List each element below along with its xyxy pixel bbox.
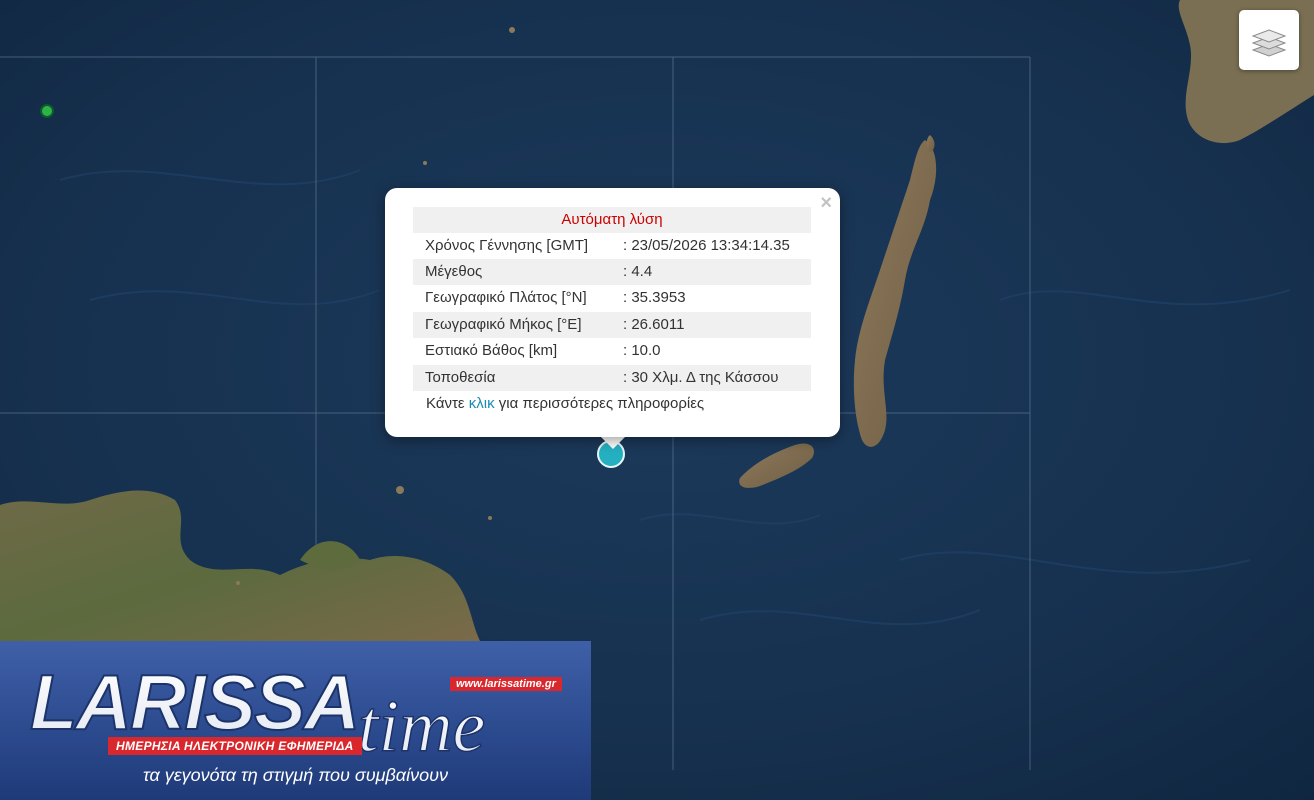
row-label: Γεωγραφικό Μήκος [°E] xyxy=(425,316,582,333)
row-value: : 4.4 xyxy=(623,263,653,280)
row-value: : 35.3953 xyxy=(623,289,686,306)
logo-time: time xyxy=(358,686,485,761)
row-longitude: Γεωγραφικό Μήκος [°E] : 26.6011 xyxy=(413,312,811,338)
more-suffix: για περισσότερες πληροφορίες xyxy=(494,395,705,412)
row-label: Εστιακό Βάθος [km] xyxy=(425,342,558,359)
row-value: : 10.0 xyxy=(623,342,661,359)
earthquake-marker-secondary[interactable] xyxy=(40,104,54,118)
row-value: : 30 Χλμ. Δ της Κάσσου xyxy=(623,369,779,386)
banner-tagline: ΗΜΕΡΗΣΙΑ ΗΛΕΚΤΡΟΝΙΚΗ ΕΦΗΜΕΡΙΔΑ xyxy=(108,737,362,755)
row-value: : 26.6011 xyxy=(623,316,685,333)
row-magnitude: Μέγεθος : 4.4 xyxy=(413,259,811,285)
row-label: Μέγεθος xyxy=(425,263,483,280)
banner-slogan: τα γεγονότα τη στιγμή που συμβαίνουν xyxy=(143,765,448,785)
row-location: Τοποθεσία : 30 Χλμ. Δ της Κάσσου xyxy=(413,365,811,391)
row-depth: Εστιακό Βάθος [km] : 10.0 xyxy=(413,338,811,364)
popup-tip xyxy=(600,436,626,449)
more-prefix: Κάντε xyxy=(426,395,469,412)
row-label: Χρόνος Γέννησης [GMT] xyxy=(425,237,589,254)
more-info-line: Κάντε κλικ για περισσότερες πληροφορίες xyxy=(426,391,704,417)
earthquake-popup: × Αυτόματη λύση Χρόνος Γέννησης [GMT] : … xyxy=(385,188,840,437)
larissatime-banner: LARISSA time www.larissatime.gr ΗΜΕΡΗΣΙΑ… xyxy=(0,641,591,800)
close-icon[interactable]: × xyxy=(820,192,832,214)
layers-control-button[interactable] xyxy=(1239,10,1299,70)
popup-title: Αυτόματη λύση xyxy=(413,207,811,233)
row-label: Τοποθεσία xyxy=(425,369,496,386)
row-label: Γεωγραφικό Πλάτος [°N] xyxy=(425,289,587,306)
row-origin-time: Χρόνος Γέννησης [GMT] : 23/05/2026 13:34… xyxy=(413,233,811,259)
row-value: : 23/05/2026 13:34:14.35 xyxy=(623,237,790,254)
logo-larissa: LARISSA xyxy=(30,658,358,746)
banner-url[interactable]: www.larissatime.gr xyxy=(450,677,562,691)
layers-icon xyxy=(1251,29,1287,57)
more-info-link[interactable]: κλικ xyxy=(469,395,495,412)
row-latitude: Γεωγραφικό Πλάτος [°N] : 35.3953 xyxy=(413,285,811,311)
